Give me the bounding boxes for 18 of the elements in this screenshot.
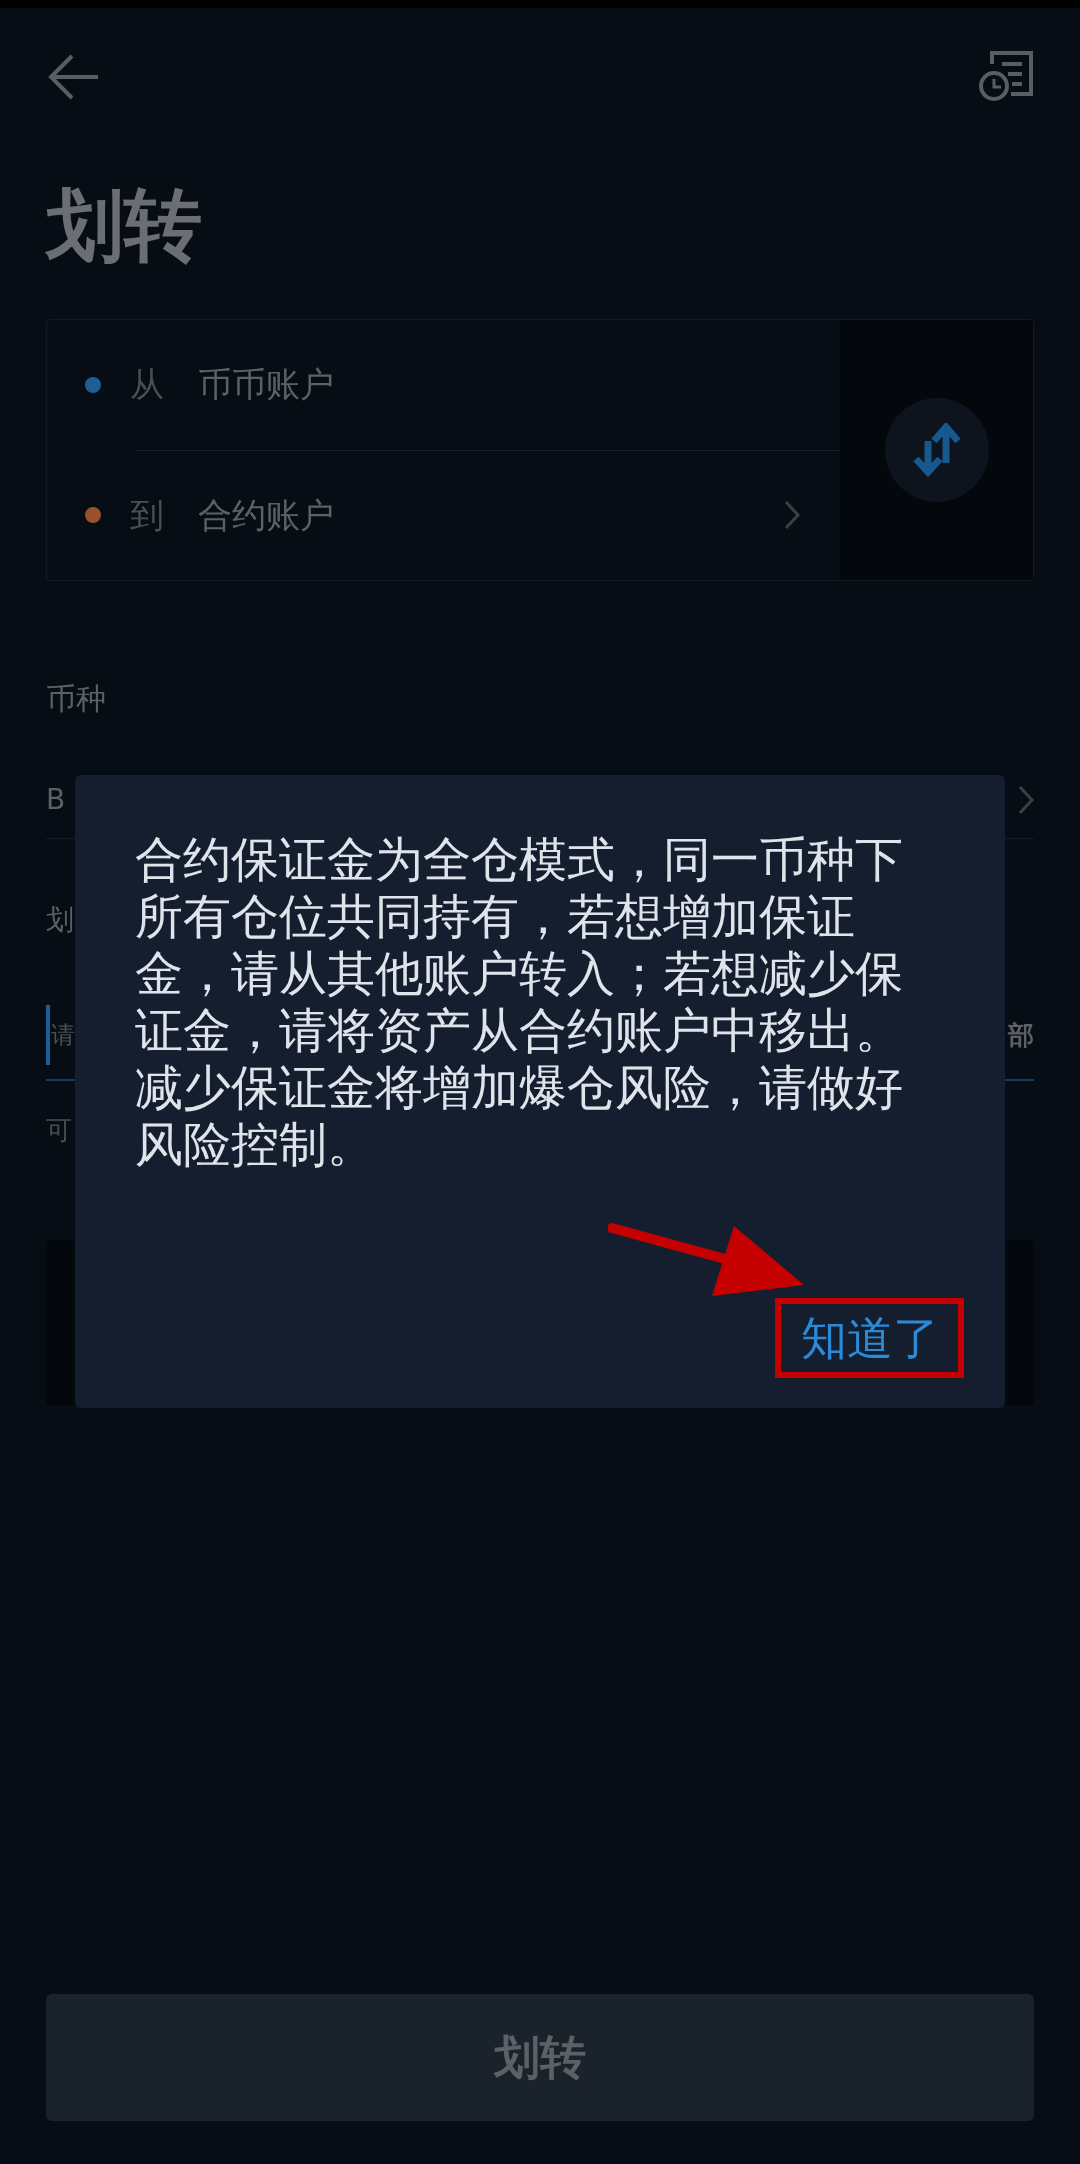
- page-title: 划转: [46, 186, 202, 264]
- confirm-button[interactable]: 知道了: [800, 1308, 939, 1368]
- direction-label: 从: [130, 363, 164, 407]
- account-name[interactable]: 币币账户: [198, 359, 334, 411]
- transfer-button[interactable]: 划转: [46, 1994, 1034, 2121]
- coin-value: B: [46, 781, 66, 818]
- chevron-right-icon[interactable]: [784, 500, 800, 531]
- text-cursor: [46, 1005, 50, 1065]
- history-icon[interactable]: [978, 50, 1034, 104]
- available-label: 可: [46, 1114, 72, 1147]
- account-name[interactable]: 合约账户: [198, 489, 334, 541]
- direction-label: 到: [130, 493, 164, 537]
- all-button[interactable]: 部: [1008, 1015, 1034, 1055]
- amount-input[interactable]: 请: [50, 1017, 75, 1053]
- coin-label: 币种: [46, 680, 106, 718]
- dialog-message: 合约保证金为全仓模式，同一币种下所有仓位共同持有，若想增加保证金，请从其他账户转入；若想减少保证金，请将资产从合约账户中移出。减少保证金将增加爆仓风险，请做好风险控制。: [135, 831, 904, 1173]
- amount-label: 划: [46, 902, 74, 938]
- chevron-right-icon[interactable]: [1018, 784, 1034, 815]
